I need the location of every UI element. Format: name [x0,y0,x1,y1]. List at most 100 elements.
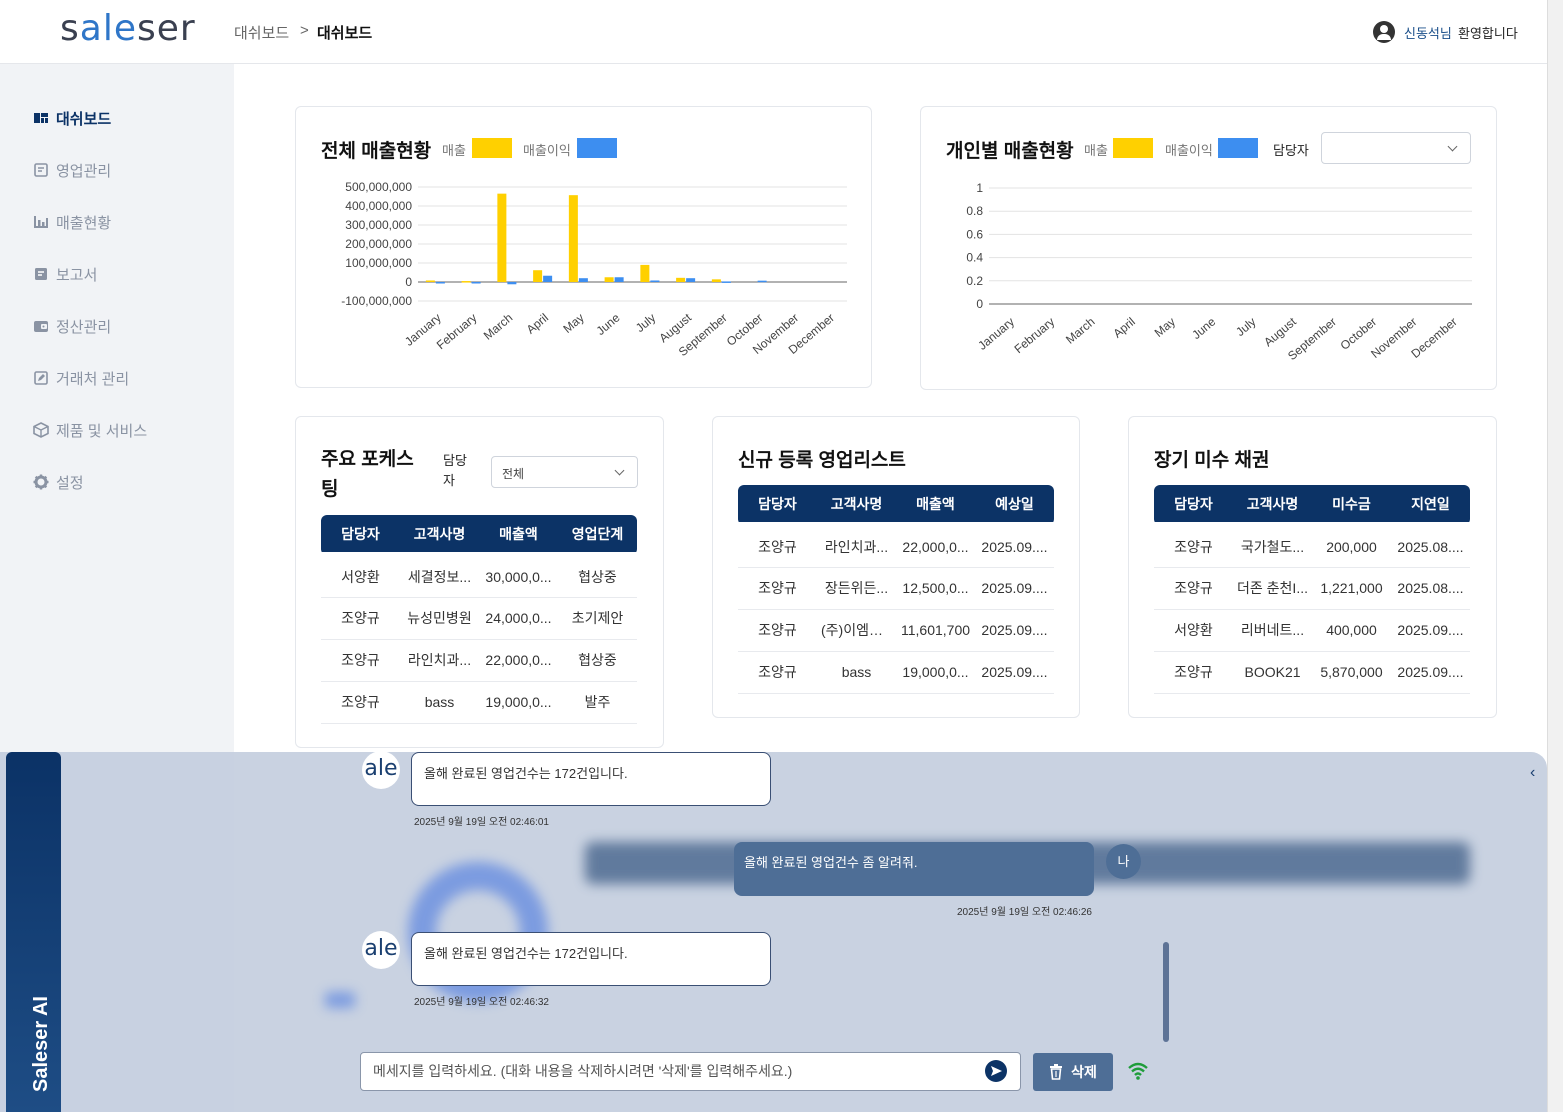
table-cell: 조양규 [738,522,817,568]
owner-select[interactable] [1321,132,1471,164]
breadcrumb-parent[interactable]: 대쉬보드 [234,22,289,43]
breadcrumb-current: 대쉬보드 [317,25,373,42]
personal-sales-title: 개인별 매출현황 [946,141,1074,162]
bar-profit[interactable] [507,282,517,285]
bar-sales[interactable] [533,270,543,282]
message-timestamp: 2025년 9월 19일 오전 02:46:32 [414,997,549,1008]
bar-sales[interactable] [568,195,578,282]
table-cell: 2025.09.... [1391,651,1470,694]
total-sales-title: 전체 매출현황 [321,141,432,162]
legend-profit-label[interactable]: 매출이익 [523,140,571,159]
sidebar-item-dashboard[interactable]: 대쉬보드 [33,106,111,130]
legend-sales-label[interactable]: 매출 [442,140,466,159]
table-cell: 세결정보... [400,552,479,598]
x-tick-label: March [1063,315,1098,347]
collapse-chevron-icon[interactable]: ‹ [1530,764,1535,782]
bar-profit[interactable] [614,277,624,282]
sidebar-item-products[interactable]: 제품 및 서비스 [33,418,147,442]
bar-profit[interactable] [435,282,445,284]
focus-owner-select-value: 전체 [502,467,525,481]
sidebar-item-sales-mgmt[interactable]: 영업관리 [33,158,111,182]
table-cell: 24,000,0... [479,597,558,640]
bar-sales[interactable] [676,277,686,282]
bar-profit[interactable] [650,280,660,282]
table-cell: 2025.09.... [975,609,1054,652]
table-row[interactable]: 조양규 더존 춘천I... 1,221,000 2025.08.... [1154,567,1470,610]
chevron-down-icon [1447,141,1458,152]
sidebar-item-settings[interactable]: 설정 [33,470,84,494]
sidebar-item-label: 제품 및 서비스 [56,422,148,440]
table-cell: 2025.08.... [1391,567,1470,610]
wallet-icon [33,318,49,334]
sidebar-item-label: 거래처 관리 [56,370,130,388]
table-row[interactable]: 서양환 세결정보... 30,000,0... 협상중 [321,552,637,598]
table-cell: 조양규 [321,597,400,640]
x-tick-label: June [594,310,623,338]
y-tick-label: 100,000,000 [345,256,412,270]
bar-sales[interactable] [604,277,614,282]
table-cell: 조양규 [1154,567,1233,610]
page-scrollbar[interactable] [1547,0,1563,1112]
table-cell: 조양규 [321,639,400,682]
sidebar-item-clients[interactable]: 거래처 관리 [33,366,129,390]
sidebar-item-revenue[interactable]: 매출현황 [33,210,111,234]
legend-profit-swatch[interactable] [577,138,617,158]
table-row[interactable]: 조양규 BOOK21 5,870,000 2025.09.... [1154,651,1470,694]
table-cell: 30,000,0... [479,552,558,598]
bar-profit[interactable] [721,281,731,283]
bot-avatar: ale [362,931,400,969]
saleser-logo[interactable]: saleser [60,8,196,49]
bar-sales[interactable] [711,279,721,282]
personal-sales-card: 개인별 매출현황 매출 매출이익 담당자 1 0.8 0.6 0.4 0.2 0 Janua… [920,106,1497,390]
chat-message-input[interactable]: 메세지를 입력하세요. (대화 내용을 삭제하시려면 '삭제'를 입력해주세요.… [360,1052,1021,1091]
legend-sales-swatch[interactable] [1113,138,1153,158]
bar-profit[interactable] [686,278,696,282]
sidebar-item-settlement[interactable]: 정산관리 [33,314,111,338]
user-name[interactable]: 신동석님 [1404,23,1452,42]
legend-sales-label[interactable]: 매출 [1084,140,1108,159]
sidebar-item-label: 보고서 [56,266,98,284]
bar-sales[interactable] [425,280,435,282]
bar-profit[interactable] [543,275,553,282]
table-row[interactable]: 조양규 (주)이엠에... 11,601,700 2025.09.... [738,609,1054,652]
bar-profit[interactable] [578,278,588,282]
bar-sales[interactable] [461,281,471,283]
bar-sales[interactable] [640,264,650,282]
user-avatar-icon[interactable] [1373,21,1395,43]
bar-profit[interactable] [471,282,481,284]
table-row[interactable]: 조양규 bass 19,000,0... 2025.09.... [738,651,1054,694]
legend-sales-swatch[interactable] [472,138,512,158]
table-row[interactable]: 조양규 bass 19,000,0... 발주 [321,681,637,724]
bar-profit[interactable] [757,280,767,283]
y-tick-label: 0.8 [966,204,983,218]
focus-owner-select[interactable]: 전체 [491,456,638,488]
table-row[interactable]: 서양환 리버네트... 400,000 2025.09.... [1154,609,1470,652]
total-sales-chart: 500,000,000 400,000,000 300,000,000 200,000… [341,180,847,359]
message-timestamp: 2025년 9월 19일 오전 02:46:01 [414,817,549,828]
y-tick-label: 0.6 [966,227,983,241]
legend-profit-label[interactable]: 매출이익 [1165,140,1213,159]
table-row[interactable]: 조양규 국가철도... 200,000 2025.08.... [1154,522,1470,568]
send-button[interactable] [985,1060,1007,1082]
column-header: 지연일 [1391,485,1470,525]
x-tick-label: July [1233,315,1258,339]
column-header: 예상일 [975,485,1054,525]
table-row[interactable]: 조양규 장든위든... 12,500,0... 2025.09.... [738,567,1054,610]
dashboard-icon [33,110,49,126]
chevron-down-icon [614,465,625,476]
table-row[interactable]: 조양규 라인치과... 22,000,0... 협상중 [321,639,637,682]
chat-scrollbar[interactable] [1163,942,1169,1042]
table-cell: 뉴성민병원 [400,597,479,640]
table-cell: 발주 [558,681,637,724]
y-tick-label: 300,000,000 [345,218,412,232]
delete-button[interactable]: 삭제 [1033,1053,1113,1091]
table-cell: 19,000,0... [479,681,558,724]
sidebar-item-report[interactable]: 보고서 [33,262,97,286]
table-cell: 2025.09.... [1391,609,1470,652]
table-row[interactable]: 조양규 뉴성민병원 24,000,0... 초기제안 [321,597,637,640]
legend-profit-swatch[interactable] [1218,138,1258,158]
bar-sales[interactable] [497,193,507,282]
table-row[interactable]: 조양규 라인치과... 22,000,0... 2025.09.... [738,522,1054,568]
table-cell: 2025.09.... [975,651,1054,694]
bot-message: 올해 완료된 영업건수는 172건입니다. [411,752,771,806]
